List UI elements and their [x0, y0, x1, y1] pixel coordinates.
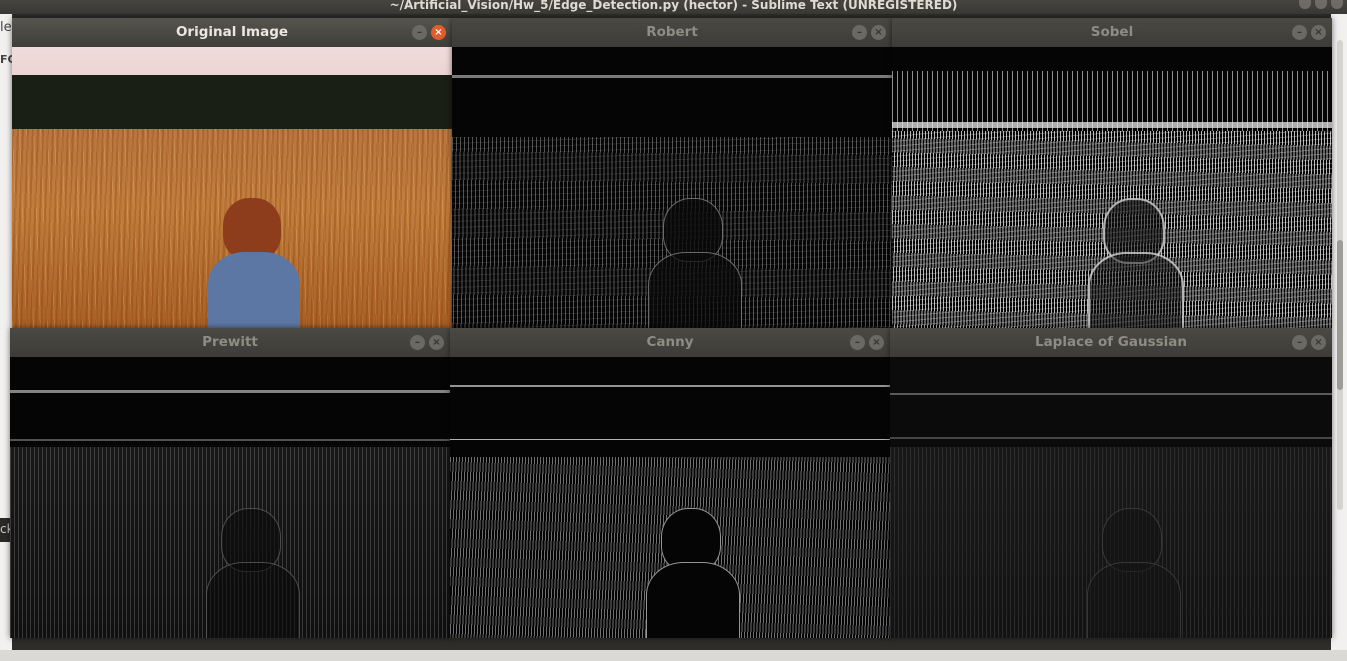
window-title: Sobel	[1090, 24, 1134, 40]
close-icon: ×	[874, 27, 883, 38]
window-prewitt[interactable]: Prewitt – ×	[10, 328, 450, 638]
minimize-button[interactable]: –	[850, 335, 865, 350]
minimize-icon: –	[1297, 27, 1302, 38]
editor-titlebar: ~/Artificial_Vision/Hw_5/Edge_Detection.…	[0, 0, 1347, 14]
image-canvas	[892, 47, 1332, 328]
window-titlebar[interactable]: Canny	[450, 328, 890, 357]
window-robert[interactable]: Robert – ×	[452, 18, 892, 328]
window-titlebar[interactable]: Sobel	[892, 18, 1332, 47]
editor-status-bar	[0, 650, 1347, 661]
window-titlebar[interactable]: Original Image	[12, 18, 452, 47]
treeline-edge	[890, 393, 1332, 395]
child-body-edges	[646, 562, 740, 638]
window-titlebar[interactable]: Prewitt	[10, 328, 450, 357]
horizon-edge	[890, 437, 1332, 439]
close-icon: ×	[872, 337, 881, 348]
child-body-edges	[648, 252, 742, 328]
treeline-region	[12, 75, 452, 130]
window-title: Robert	[646, 24, 698, 40]
close-icon: ×	[434, 27, 443, 38]
close-icon: ×	[1314, 337, 1323, 348]
image-canvas	[12, 47, 452, 328]
editor-fragment-text: le	[0, 20, 12, 35]
editor-close-button[interactable]	[1331, 0, 1343, 9]
close-button[interactable]: ×	[869, 335, 884, 350]
minimize-icon: –	[415, 337, 420, 348]
child-body	[208, 252, 300, 328]
minimize-button[interactable]: –	[412, 25, 427, 40]
editor-title: ~/Artificial_Vision/Hw_5/Edge_Detection.…	[389, 0, 958, 12]
child-body-edges	[1088, 252, 1184, 328]
window-controls: – ×	[412, 25, 446, 40]
child-body-edges	[1087, 562, 1181, 638]
window-laplace-of-gaussian[interactable]: Laplace of Gaussian – ×	[890, 328, 1332, 638]
window-title: Prewitt	[202, 334, 258, 350]
child-body-edges	[206, 562, 300, 638]
minimize-icon: –	[1297, 337, 1302, 348]
minimize-button[interactable]: –	[852, 25, 867, 40]
minimize-icon: –	[855, 337, 860, 348]
horizon-edge	[892, 122, 1332, 128]
close-button[interactable]: ×	[871, 25, 886, 40]
window-sobel[interactable]: Sobel – ×	[892, 18, 1332, 328]
window-title: Laplace of Gaussian	[1034, 334, 1188, 350]
image-canvas	[450, 357, 890, 638]
editor-maximize-button[interactable]	[1315, 0, 1327, 9]
window-title: Canny	[646, 334, 694, 350]
editor-minimize-button[interactable]	[1299, 0, 1311, 9]
window-controls: – ×	[852, 25, 886, 40]
close-button[interactable]: ×	[1311, 335, 1326, 350]
window-controls: – ×	[410, 335, 444, 350]
image-canvas	[10, 357, 450, 638]
close-button[interactable]: ×	[429, 335, 444, 350]
minimize-button[interactable]: –	[410, 335, 425, 350]
treeline-edge	[450, 385, 890, 387]
close-icon: ×	[432, 337, 441, 348]
image-canvas	[452, 47, 892, 328]
window-controls: – ×	[1292, 25, 1326, 40]
minimize-icon: –	[417, 27, 422, 38]
window-original-image[interactable]: Original Image – ×	[12, 18, 452, 328]
window-titlebar[interactable]: Robert	[452, 18, 892, 47]
close-button[interactable]: ×	[1311, 25, 1326, 40]
treeline-edge	[10, 390, 450, 393]
treeline-edge	[452, 75, 892, 78]
editor-window-controls	[1299, 0, 1343, 10]
close-button[interactable]: ×	[431, 25, 446, 40]
image-canvas	[890, 357, 1332, 638]
window-canny[interactable]: Canny – ×	[450, 328, 890, 638]
minimize-button[interactable]: –	[1292, 335, 1307, 350]
window-controls: – ×	[1292, 335, 1326, 350]
horizon-edge	[450, 439, 890, 440]
editor-scrollbar-thumb[interactable]	[1337, 240, 1343, 390]
minimize-icon: –	[857, 27, 862, 38]
close-icon: ×	[1314, 27, 1323, 38]
window-titlebar[interactable]: Laplace of Gaussian	[890, 328, 1332, 357]
child-head	[223, 198, 281, 260]
window-title: Original Image	[175, 24, 289, 40]
minimize-button[interactable]: –	[1292, 25, 1307, 40]
window-controls: – ×	[850, 335, 884, 350]
horizon-edge	[10, 439, 450, 441]
